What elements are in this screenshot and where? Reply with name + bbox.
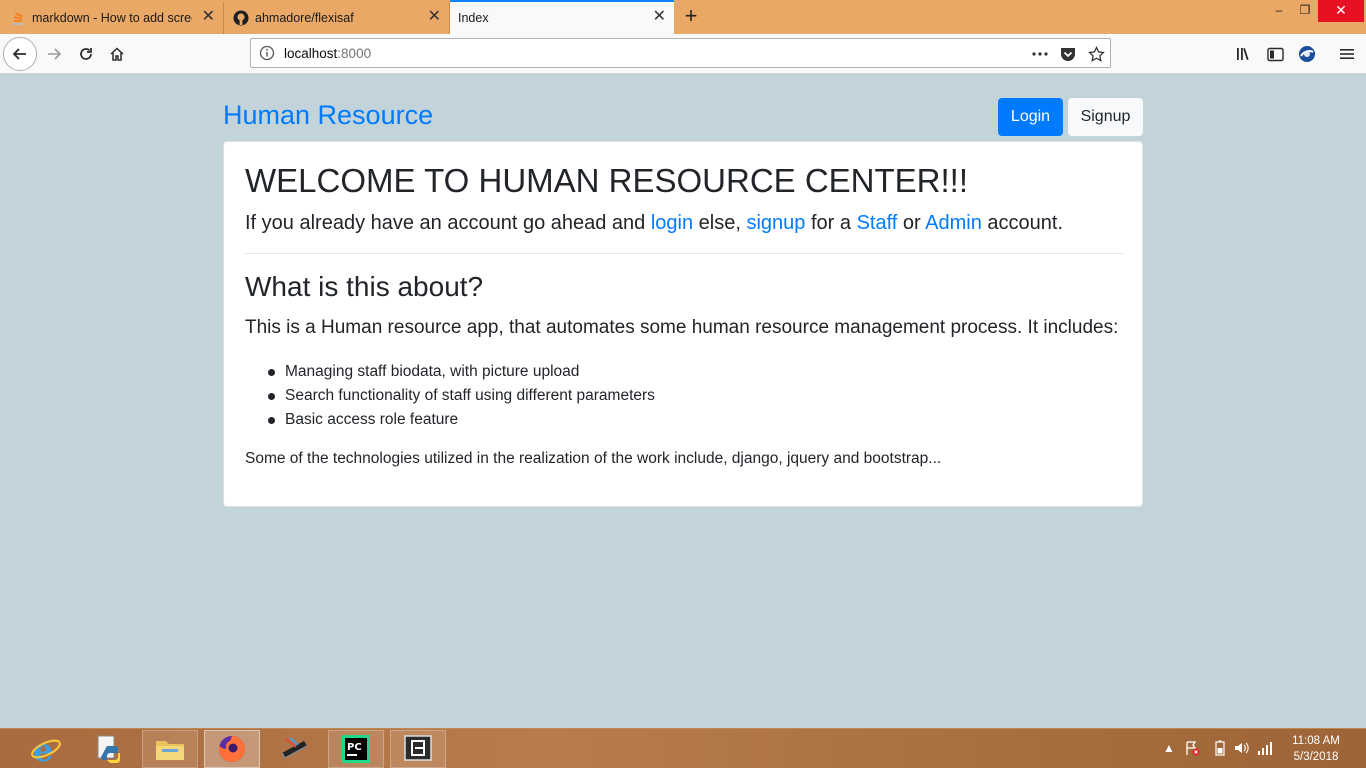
signup-link[interactable]: signup xyxy=(746,212,805,234)
tab-github[interactable]: ahmadore/flexisaf ✕ xyxy=(225,2,450,34)
svg-text:PC: PC xyxy=(347,742,362,753)
brand-link[interactable]: Human Resource xyxy=(223,100,433,131)
url-text: localhost:8000 xyxy=(284,46,372,61)
system-clock[interactable]: 11:08 AM 5/3/2018 xyxy=(1284,733,1348,765)
more-actions-icon[interactable] xyxy=(1029,43,1051,65)
menu-icon[interactable] xyxy=(1331,38,1363,70)
login-link[interactable]: login xyxy=(651,212,693,234)
close-icon[interactable]: ✕ xyxy=(202,9,215,25)
signup-button[interactable]: Signup xyxy=(1068,98,1143,136)
file-explorer-icon[interactable] xyxy=(142,730,198,768)
clock-date: 5/3/2018 xyxy=(1293,751,1339,763)
extension-icon[interactable] xyxy=(1291,38,1323,70)
sidebar-icon[interactable] xyxy=(1259,38,1291,70)
staff-link[interactable]: Staff xyxy=(857,212,898,234)
list-item: Search functionality of staff using diff… xyxy=(267,384,655,408)
close-window-button[interactable]: ✕ xyxy=(1318,0,1364,22)
section-heading: What is this about? xyxy=(245,271,484,302)
stackoverflow-icon xyxy=(10,10,26,26)
tab-title: ahmadore/flexisaf xyxy=(255,11,354,25)
volume-icon[interactable] xyxy=(1233,740,1249,756)
close-icon[interactable]: ✕ xyxy=(653,9,666,25)
editor-icon[interactable] xyxy=(390,730,446,768)
battery-icon[interactable] xyxy=(1212,740,1228,756)
library-icon[interactable] xyxy=(1228,38,1260,70)
address-bar[interactable]: localhost:8000 xyxy=(250,38,1111,68)
technologies-text: Some of the technologies utilized in the… xyxy=(245,450,942,467)
back-arrow-icon xyxy=(12,48,26,60)
clock-time: 11:08 AM xyxy=(1292,735,1340,747)
forward-button[interactable] xyxy=(38,38,70,70)
reload-icon xyxy=(80,48,92,60)
tab-markdown[interactable]: markdown - How to add screenshot ✕ xyxy=(0,2,224,34)
minimize-button[interactable]: – xyxy=(1266,0,1292,22)
action-center-flag-icon[interactable] xyxy=(1184,740,1200,756)
home-icon xyxy=(110,47,124,61)
python-icon[interactable] xyxy=(80,730,136,768)
intro-text: If you already have an account go ahead … xyxy=(245,212,1064,234)
new-tab-button[interactable]: + xyxy=(678,3,704,31)
pocket-icon[interactable] xyxy=(1057,43,1079,65)
back-button[interactable] xyxy=(3,37,37,71)
tab-index[interactable]: Index ✕ xyxy=(450,0,674,34)
info-icon[interactable] xyxy=(259,45,275,61)
scanner-icon[interactable] xyxy=(266,730,322,768)
welcome-card: WELCOME TO HUMAN RESOURCE CENTER!!! If y… xyxy=(223,141,1143,507)
login-button[interactable]: Login xyxy=(998,98,1063,136)
bookmark-star-icon[interactable] xyxy=(1085,43,1107,65)
feature-list: Managing staff biodata, with picture upl… xyxy=(267,360,655,432)
network-signal-icon[interactable] xyxy=(1257,740,1273,756)
windows-taskbar: e PC ▲ 11:08 AM 5/3/2018 xyxy=(0,728,1366,768)
forward-arrow-icon xyxy=(48,48,62,60)
tab-title: markdown - How to add screenshot xyxy=(32,11,192,25)
pycharm-icon[interactable]: PC xyxy=(328,730,384,768)
admin-link[interactable]: Admin xyxy=(925,212,982,234)
tab-title: Index xyxy=(458,11,489,25)
home-button[interactable] xyxy=(101,38,133,70)
list-item: Basic access role feature xyxy=(267,408,655,432)
show-hidden-icons-icon[interactable]: ▲ xyxy=(1161,740,1177,756)
github-icon xyxy=(233,10,249,26)
maximize-button[interactable]: ❐ xyxy=(1292,0,1318,22)
browser-tab-bar: markdown - How to add screenshot ✕ ahmad… xyxy=(0,0,1366,34)
description-text: This is a Human resource app, that autom… xyxy=(245,317,1119,338)
page-title: WELCOME TO HUMAN RESOURCE CENTER!!! xyxy=(245,162,969,199)
browser-toolbar: localhost:8000 xyxy=(0,34,1366,74)
divider xyxy=(245,253,1123,254)
list-item: Managing staff biodata, with picture upl… xyxy=(267,360,655,384)
reload-button[interactable] xyxy=(70,38,102,70)
internet-explorer-icon[interactable]: e xyxy=(18,730,74,768)
close-icon[interactable]: ✕ xyxy=(428,9,441,25)
firefox-icon[interactable] xyxy=(204,730,260,768)
